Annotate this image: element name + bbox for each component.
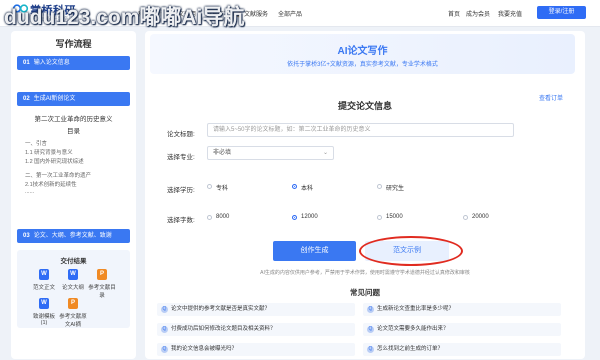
outline-line: 2.1技术创新的延续性 [25, 182, 77, 188]
major-label: 选择专业: [167, 154, 195, 161]
faq-question: 付费成功后如何修改论文题目及相关资料？ [171, 326, 276, 332]
outline-line: ...... [25, 189, 35, 195]
deliverable-label: 参考文献目录 [88, 285, 116, 299]
faq-item[interactable]: Q 我的论文信息会被曝光吗？ [157, 343, 355, 356]
step-1: 01 输入论文信息 [17, 56, 130, 70]
step-3-label: 论文、大纲、参考文献、致谢 [33, 233, 112, 239]
nav-link-home[interactable]: 首页 [448, 9, 460, 18]
degree-radio-junior-college[interactable] [207, 184, 212, 189]
word-document-icon: W [39, 269, 49, 280]
faq-question: 论文中提供的参考文献是否是真实文献？ [171, 306, 271, 312]
nav-link-membership[interactable]: 成为会员 [466, 9, 490, 18]
faq-question: 论文范文需要多久能作出来？ [377, 326, 449, 332]
degree-option-label: 专科 [216, 186, 229, 192]
ai-writing-banner: AI论文写作 依托于掌桥3亿+文献资源，真实参考文献，专业学术格式 [150, 34, 575, 74]
step-3: 03 论文、大纲、参考文献、致谢 [17, 229, 130, 243]
word-count-label: 选择字数: [167, 217, 195, 224]
nav-item-document-service[interactable]: 文献服务 [244, 9, 268, 18]
topic-label: 论文标题: [167, 131, 195, 138]
deliverables-panel: 交付结果 W 范文正文 W 论文大纲 P 参考文献目录 W 致谢模板(1) P … [17, 250, 130, 328]
generate-button[interactable]: 创作生成 [273, 241, 356, 261]
outline-subtitle: 目录 [67, 128, 80, 135]
outline-preview: 第二次工业革命的历史意义 目录 一、引言 1.1 研究背景与意义 1.2 国内外… [17, 109, 130, 221]
degree-label: 选择学历: [167, 187, 195, 194]
faq-item[interactable]: Q 论文范文需要多久能作出来？ [363, 323, 561, 336]
banner-title: AI论文写作 [337, 46, 388, 57]
faq-item[interactable]: Q 生成新论文查重比率是多少呢？ [363, 303, 561, 316]
step-2-number: 02 [23, 96, 30, 102]
question-icon: Q [367, 326, 374, 333]
word-document-icon: W [68, 269, 78, 280]
outline-line: 二、第一次工业革命的遗产 [25, 173, 92, 179]
faq-item[interactable]: Q 付费成功后如何修改论文题目及相关资料？ [157, 323, 355, 336]
faq-question: 怎么找到之前生成的订单？ [377, 346, 444, 352]
outline-line: 1.2 国内外研究现状综述 [25, 159, 84, 165]
degree-option-label: 本科 [301, 186, 314, 192]
question-icon: Q [367, 346, 374, 353]
deliverable-label: 论文大纲 [61, 285, 84, 291]
writing-process-sidebar: 写作流程 01 输入论文信息 02 生成AI新创论文 第二次工业革命的历史意义 目录… [11, 31, 136, 359]
step-3-number: 03 [23, 233, 30, 239]
question-icon: Q [367, 306, 374, 313]
outline-line: 1.1 研究背景与意义 [25, 150, 73, 156]
topic-input[interactable]: 请输入5~50字的论文标题，如：第二次工业革命的历史意义 [207, 123, 514, 137]
word-count-option-label: 12000 [301, 214, 318, 220]
deliverable-label: 参考文献原文AI摘 [59, 314, 87, 328]
degree-radio-graduate[interactable] [377, 184, 382, 189]
step-1-label: 输入论文信息 [33, 60, 70, 66]
banner-subtitle: 依托于掌桥3亿+文献资源，真实参考文献，专业学术格式 [287, 62, 438, 68]
chevron-down-icon: ⌄ [322, 150, 328, 156]
word-count-option-label: 20000 [472, 214, 489, 220]
form-title: 提交论文信息 [337, 101, 392, 111]
major-select[interactable]: 非必填 ⌄ [207, 146, 334, 160]
faq-question: 我的论文信息会被曝光吗？ [171, 346, 238, 352]
login-register-button[interactable]: 登录/注册 [537, 6, 586, 19]
faq-question: 生成新论文查重比率是多少呢？ [377, 306, 455, 312]
nav-link-recharge[interactable]: 我要充值 [498, 9, 522, 18]
question-icon: Q [161, 326, 168, 333]
disclaimer-text: AI生成的内容仅供用户参考，严禁用于学术作弊，使用时需遵守学术道德并经过认真修改… [260, 270, 470, 276]
faq-item[interactable]: Q 论文中提供的参考文献是否是真实文献？ [157, 303, 355, 316]
highlight-circle-annotation [359, 236, 463, 266]
deliverable-label: 范文正文 [32, 285, 55, 291]
word-count-radio-12000[interactable] [292, 215, 297, 220]
faq-title: 常见问题 [350, 288, 380, 297]
nav-item-all-products[interactable]: 全部产品 [278, 9, 302, 18]
word-document-icon: W [39, 298, 49, 309]
outline-line: 一、引言 [25, 141, 48, 147]
word-count-radio-20000[interactable] [463, 215, 468, 220]
sidebar-title: 写作流程 [55, 39, 92, 49]
outline-title: 第二次工业革命的历史意义 [34, 116, 113, 123]
degree-option-label: 研究生 [386, 186, 405, 192]
degree-radio-bachelor[interactable] [292, 184, 297, 189]
step-2: 02 生成AI新创论文 [17, 92, 130, 106]
word-count-radio-15000[interactable] [377, 215, 382, 220]
faq-item[interactable]: Q 怎么找到之前生成的订单？ [363, 343, 561, 356]
question-icon: Q [161, 306, 168, 313]
deliverables-title: 交付结果 [60, 258, 87, 265]
word-count-option-label: 15000 [386, 214, 403, 220]
major-select-value: 非必填 [213, 150, 232, 156]
site-watermark: dudu123.com嘟嘟Ai导航 [4, 6, 245, 29]
question-icon: Q [161, 346, 168, 353]
word-count-radio-8000[interactable] [207, 215, 212, 220]
deliverable-label: 致谢模板(1) [32, 314, 55, 326]
step-2-label: 生成AI新创论文 [33, 96, 76, 102]
ppt-document-icon: P [97, 269, 107, 280]
ppt-document-icon: P [68, 298, 78, 309]
word-count-option-label: 8000 [216, 214, 230, 220]
ai-writing-main-panel: AI论文写作 依托于掌桥3亿+文献资源，真实参考文献，专业学术格式 查看订单 提… [145, 31, 585, 359]
step-1-number: 01 [23, 60, 30, 66]
